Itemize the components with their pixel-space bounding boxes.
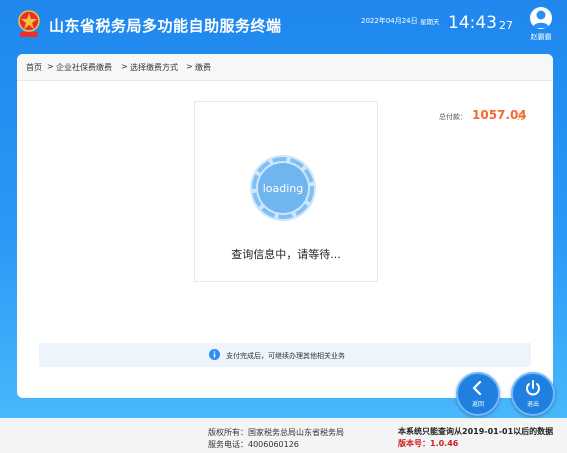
breadcrumb: 首页 > 企业社保费缴费 > 选择缴费方式 > 缴费: [17, 54, 553, 81]
exit-label: 退出: [526, 401, 539, 408]
chevron-left-icon: [472, 380, 482, 396]
spinner-text: loading: [263, 182, 304, 195]
total-unit: 元: [517, 113, 524, 121]
user-name: 赵霸霸: [530, 33, 552, 41]
main-card: 首页 > 企业社保费缴费 > 选择缴费方式 > 缴费 总付款： 1057.04 …: [17, 54, 553, 398]
app-title: 山东省税务局多功能自助服务终端: [49, 17, 282, 35]
power-icon: [526, 380, 540, 396]
back-label: 返回: [471, 401, 484, 408]
breadcrumb-home[interactable]: 首页: [26, 62, 42, 73]
header-bar: 山东省税务局多功能自助服务终端 2022年04月24日 星期天 14:43 27…: [0, 0, 567, 418]
current-weekday: 星期天: [420, 18, 440, 26]
exit-button[interactable]: 退出: [511, 372, 555, 416]
current-date: 2022年04月24日: [361, 17, 418, 25]
breadcrumb-current: 缴费: [195, 63, 211, 72]
data-range-note: 本系统只能查询从2019-01-01以后的数据: [398, 427, 554, 436]
notice-text: 支付完成后，可继续办理其他相关业务: [226, 352, 345, 360]
user-avatar[interactable]: [530, 7, 552, 29]
back-button[interactable]: 返回: [456, 372, 500, 416]
breadcrumb-separator: >: [186, 62, 193, 71]
clock-time: 14:43: [448, 13, 497, 33]
clock-seconds: 27: [499, 19, 513, 32]
loading-spinner-icon: loading: [250, 155, 316, 221]
info-icon: [209, 349, 220, 360]
breadcrumb-separator: >: [47, 62, 54, 71]
footer: 版权所有：国家税务总局山东省税务局 服务电话：4006060126 本系统只能查…: [0, 418, 567, 453]
breadcrumb-payment-method[interactable]: 选择缴费方式: [130, 62, 178, 73]
loading-message: 查询信息中，请等待...: [231, 248, 341, 261]
service-hotline: 服务电话：4006060126: [208, 440, 299, 449]
copyright-text: 版权所有：国家税务总局山东省税务局: [208, 428, 344, 437]
total-label: 总付款：: [439, 113, 467, 121]
user-icon: [533, 10, 549, 28]
version-number: 版本号：1.0.46: [398, 439, 459, 448]
loading-panel: loading 查询信息中，请等待...: [194, 101, 378, 282]
tax-emblem-icon: [18, 10, 40, 37]
breadcrumb-social-insurance[interactable]: 企业社保费缴费: [56, 62, 112, 73]
notice-bar: 支付完成后，可继续办理其他相关业务: [39, 343, 531, 367]
breadcrumb-separator: >: [121, 62, 128, 71]
